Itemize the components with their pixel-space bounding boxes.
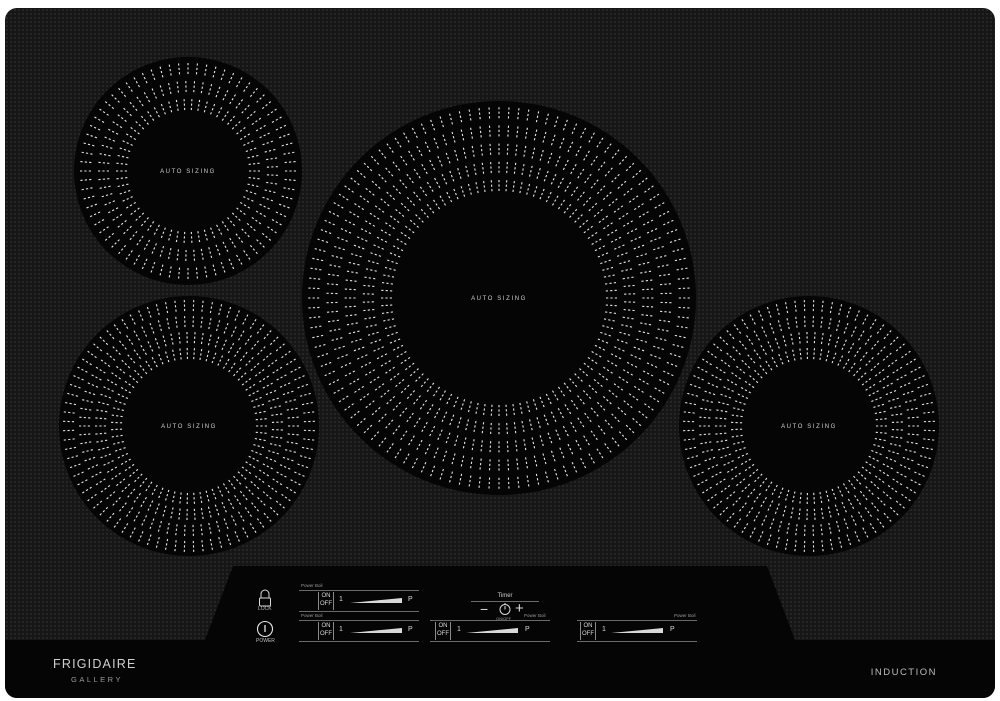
slider-bottom-line: [299, 611, 419, 612]
off-label: OFF: [320, 631, 332, 637]
slider-top-line: [577, 620, 697, 621]
on-label: ON: [321, 623, 331, 629]
level-max-label: P: [525, 626, 530, 633]
timer-clock-icon[interactable]: [498, 602, 512, 616]
slider-bottom-line: [577, 641, 697, 642]
power-ramp-icon: [350, 628, 402, 633]
level-max-label: P: [408, 596, 413, 603]
power-boil-label: Power Boil: [674, 613, 696, 618]
brand-subline: GALLERY: [71, 675, 123, 684]
power-boil-label: Power Boil: [301, 613, 323, 618]
power-icon: [256, 620, 274, 638]
slider-left-front[interactable]: Power Boil ON OFF 1 P: [299, 613, 419, 642]
level-min-label: 1: [457, 626, 461, 633]
onoff-button[interactable]: ON OFF: [318, 592, 334, 610]
on-label: ON: [321, 593, 331, 599]
power-label: POWER: [256, 638, 275, 644]
lock-button[interactable]: LOCK: [253, 589, 277, 613]
power-ramp-icon: [466, 628, 518, 633]
level-min-label: 1: [339, 626, 343, 633]
slider-left-rear[interactable]: Power Boil ON OFF 1 P: [299, 583, 419, 612]
level-min-label: 1: [602, 626, 606, 633]
timer-minus-button[interactable]: −: [480, 602, 488, 616]
timer-title: Timer: [497, 593, 513, 599]
off-label: OFF: [320, 601, 332, 607]
on-label: ON: [583, 623, 593, 629]
front-strip: [5, 640, 995, 698]
timer-control: Timer − + ON/OFF: [471, 593, 539, 623]
power-button[interactable]: POWER: [253, 620, 277, 648]
level-max-label: P: [408, 626, 413, 633]
onoff-button[interactable]: ON OFF: [318, 622, 334, 640]
off-label: OFF: [582, 631, 594, 637]
power-boil-label: Power Boil: [524, 613, 546, 618]
power-ramp-icon: [611, 628, 663, 633]
slider-right[interactable]: Power Boil ON OFF 1 P: [577, 613, 697, 642]
onoff-button[interactable]: ON OFF: [580, 622, 596, 640]
induction-label: INDUCTION: [870, 667, 937, 678]
power-boil-label: Power Boil: [301, 583, 323, 588]
timer-plus-button[interactable]: +: [515, 601, 524, 616]
onoff-button[interactable]: ON OFF: [435, 622, 451, 640]
power-ramp-icon: [350, 598, 402, 603]
level-max-label: P: [670, 626, 675, 633]
off-label: OFF: [437, 631, 449, 637]
cooktop-surface: AUTO SIZING AUTO SIZING AUTO SIZING AUTO SI…: [5, 8, 995, 698]
slider-bottom-line: [299, 641, 419, 642]
slider-bottom-line: [430, 641, 550, 642]
slider-top-line: [430, 620, 550, 621]
padlock-icon: [259, 589, 271, 607]
slider-center[interactable]: Power Boil ON OFF 1 P: [430, 613, 550, 642]
lock-label: LOCK: [258, 606, 272, 612]
slider-top-line: [299, 620, 419, 621]
brand-name: FRIGIDAIRE: [53, 657, 137, 671]
on-label: ON: [438, 623, 448, 629]
slider-top-line: [299, 590, 419, 591]
level-min-label: 1: [339, 596, 343, 603]
